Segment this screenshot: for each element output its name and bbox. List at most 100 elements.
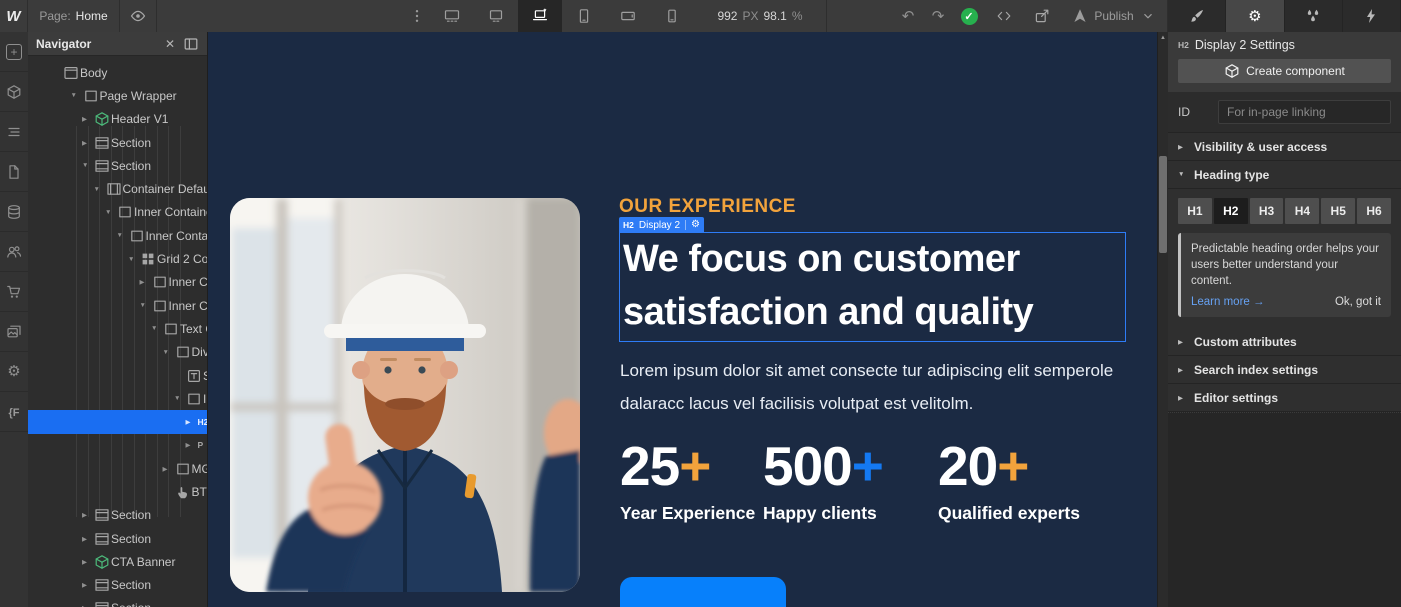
heading-type-h4[interactable]: H4: [1285, 198, 1319, 224]
navigator-item-inner-contai[interactable]: ▶Inner Contai: [28, 271, 207, 294]
navigator-item-inner-container[interactable]: ▼Inner Container: [28, 224, 207, 247]
navigator-item-header-v1[interactable]: ▶Header V1: [28, 108, 207, 131]
navigator-item-section[interactable]: ▶Section: [28, 504, 207, 527]
navigator-item-section[interactable]: ▶Section: [28, 131, 207, 154]
breakpoint-phone-landscape[interactable]: [606, 0, 650, 32]
selected-element-badge[interactable]: H2 Display 2 ⚙: [619, 217, 704, 233]
extensions-button[interactable]: {F: [0, 392, 28, 432]
breakpoint-desktop-large[interactable]: [430, 0, 474, 32]
canvas-scrollbar[interactable]: ▲: [1157, 32, 1168, 607]
cms-button[interactable]: [0, 192, 28, 232]
style-manager-tab[interactable]: [1285, 0, 1343, 32]
caret-right-icon[interactable]: ▶: [82, 581, 94, 589]
caret-right-icon[interactable]: ▶: [163, 465, 175, 473]
navigator-item-mg-bot[interactable]: ▶MG Bot: [28, 457, 207, 480]
create-component-button[interactable]: Create component: [1178, 59, 1391, 83]
navigator-item-section[interactable]: ▶Section: [28, 574, 207, 597]
canvas-menu-button[interactable]: [403, 0, 430, 32]
pages-button[interactable]: [0, 152, 28, 192]
caret-down-icon[interactable]: ▼: [151, 325, 163, 332]
caret-right-icon[interactable]: ▶: [82, 535, 94, 543]
navigator-item-mg[interactable]: ▶PMG: [28, 434, 207, 457]
breakpoint-desktop[interactable]: [474, 0, 518, 32]
scroll-up-icon[interactable]: ▲: [1158, 32, 1168, 44]
navigator-item-page-wrapper[interactable]: ▼Page Wrapper: [28, 84, 207, 107]
collapse-all-icon[interactable]: ✕: [165, 37, 175, 51]
design-canvas[interactable]: OUR EXPERIENCE H2 Display 2 ⚙ We focus o…: [208, 32, 1157, 607]
section-editor-settings[interactable]: ▶ Editor settings: [1168, 384, 1401, 412]
interactions-tab[interactable]: [1343, 0, 1401, 32]
caret-down-icon[interactable]: ▼: [117, 232, 129, 239]
export-code-button[interactable]: [985, 0, 1023, 32]
selected-heading-element[interactable]: We focus on customer satisfaction and qu…: [619, 232, 1126, 342]
breakpoint-laptop-base[interactable]: [518, 0, 562, 32]
section-search-index-settings[interactable]: ▶ Search index settings: [1168, 356, 1401, 384]
element-settings-gear-icon[interactable]: ⚙: [691, 220, 700, 230]
heading-type-h5[interactable]: H5: [1321, 198, 1355, 224]
caret-down-icon[interactable]: ▼: [82, 162, 94, 169]
caret-down-icon[interactable]: ▼: [174, 395, 186, 402]
caret-right-icon[interactable]: ▶: [140, 278, 152, 286]
section-custom-attributes[interactable]: ▶ Custom attributes: [1168, 328, 1401, 356]
caret-down-icon[interactable]: ▼: [105, 209, 117, 216]
learn-more-link[interactable]: Learn more →: [1191, 296, 1265, 308]
ecommerce-button[interactable]: [0, 272, 28, 312]
preview-button[interactable]: [120, 0, 157, 32]
section-paragraph[interactable]: Lorem ipsum dolor sit amet consecte tur …: [620, 354, 1113, 420]
dock-panel-icon[interactable]: [183, 36, 199, 52]
cta-button[interactable]: [620, 577, 786, 607]
section-heading-type[interactable]: ▼ Heading type: [1168, 161, 1401, 189]
navigator-item-div-bloc[interactable]: ▼Div Bloc: [28, 341, 207, 364]
navigator-item-section[interactable]: ▶Section: [28, 597, 207, 607]
users-button[interactable]: [0, 232, 28, 272]
navigator-item-section[interactable]: ▶Section: [28, 527, 207, 550]
scrollbar-thumb[interactable]: [1159, 156, 1167, 253]
navigator-item-btn-pri[interactable]: BTN Pri: [28, 480, 207, 503]
redo-button[interactable]: ↷: [923, 0, 953, 32]
navigator-button[interactable]: [0, 112, 28, 152]
caret-down-icon[interactable]: ▼: [140, 302, 152, 309]
navigator-item-subti[interactable]: Subti: [28, 364, 207, 387]
style-panel-tab[interactable]: [1168, 0, 1226, 32]
saved-status-icon[interactable]: ✓: [953, 0, 985, 32]
components-button[interactable]: [0, 72, 28, 112]
heading-type-h1[interactable]: H1: [1178, 198, 1212, 224]
dismiss-tip-button[interactable]: Ok, got it: [1335, 296, 1381, 308]
navigator-item-inner[interactable]: ▼Inner: [28, 387, 207, 410]
caret-right-icon[interactable]: ▶: [82, 139, 94, 147]
heading-type-h2[interactable]: H2: [1214, 198, 1248, 224]
publish-menu[interactable]: Publish: [1061, 0, 1168, 32]
add-elements-button[interactable]: +: [0, 32, 28, 72]
undo-button[interactable]: ↶: [893, 0, 923, 32]
caret-down-icon[interactable]: ▼: [163, 349, 175, 356]
page-selector[interactable]: Page: Home: [28, 0, 120, 32]
caret-right-icon[interactable]: ▶: [82, 115, 94, 123]
navigator-item-inner-container[interactable]: ▼Inner Container: [28, 201, 207, 224]
navigator-item-section[interactable]: ▼Section: [28, 154, 207, 177]
worker-thumbs-up-image[interactable]: [230, 198, 580, 592]
settings-panel-tab[interactable]: ⚙: [1226, 0, 1284, 32]
section-visibility-user-access[interactable]: ▶ Visibility & user access: [1168, 133, 1401, 161]
navigator-item-dis[interactable]: ▶H2Dis: [28, 410, 207, 433]
navigator-item-container-default[interactable]: ▼Container Default: [28, 177, 207, 200]
caret-down-icon[interactable]: ▼: [94, 186, 106, 193]
id-input[interactable]: [1218, 100, 1391, 124]
heading-type-h3[interactable]: H3: [1250, 198, 1284, 224]
caret-right-icon[interactable]: ▶: [186, 441, 198, 449]
heading-type-h6[interactable]: H6: [1357, 198, 1391, 224]
caret-down-icon[interactable]: ▼: [128, 256, 140, 263]
assets-button[interactable]: [0, 312, 28, 352]
breakpoint-phone-portrait[interactable]: [650, 0, 694, 32]
canvas-width-value[interactable]: 992: [717, 9, 737, 23]
breakpoint-tablet[interactable]: [562, 0, 606, 32]
caret-right-icon[interactable]: ▶: [82, 511, 94, 519]
webflow-logo[interactable]: W: [0, 0, 28, 32]
caret-right-icon[interactable]: ▶: [82, 558, 94, 566]
zoom-value[interactable]: 98.1: [764, 9, 787, 23]
caret-right-icon[interactable]: ▶: [186, 418, 198, 426]
navigator-item-body[interactable]: Body: [28, 61, 207, 84]
navigator-item-grid-2-column[interactable]: ▼Grid 2 Column: [28, 247, 207, 270]
settings-button[interactable]: ⚙: [0, 352, 28, 392]
navigator-item-cta-banner[interactable]: ▶CTA Banner: [28, 550, 207, 573]
navigator-item-text-cent[interactable]: ▼Text Cent: [28, 317, 207, 340]
